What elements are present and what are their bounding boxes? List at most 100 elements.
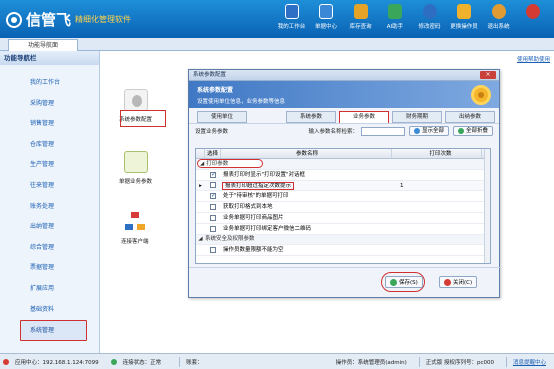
divider: [418, 356, 420, 367]
save-button[interactable]: 保存(S): [385, 276, 423, 288]
nav-ai-label: AI助手: [386, 24, 404, 30]
inventory-icon: [353, 4, 368, 19]
settings-icon: [123, 89, 148, 111]
close-button[interactable]: 关闭(C): [439, 276, 478, 288]
tile-annotation: [120, 110, 166, 127]
documents-icon: [319, 4, 333, 19]
sidebar-item-sales[interactable]: 销售管理: [0, 114, 99, 135]
row-checkbox[interactable]: [210, 214, 216, 221]
dialog-tabs: 使用单位 系统参数 业务参数 财务期期 出纳参数: [189, 111, 499, 123]
nav-switch-operator-label: 更换操作员: [450, 24, 478, 30]
sidebar-item-system[interactable]: 系统管理: [20, 320, 87, 341]
tab-function-nav[interactable]: 功能导航面: [8, 39, 78, 51]
banner-title: 系统参数配置: [197, 87, 234, 94]
selected-row-label: 报表打印超过指定次数提示: [221, 181, 295, 190]
nav-password-label: 修改密码: [418, 24, 441, 30]
nav-exit[interactable]: 退出系统: [482, 4, 516, 30]
tile-connect-client[interactable]: 连接客户端: [121, 211, 149, 245]
status-bar: 应用中心：192.168.1.124:7099 连接状态：正常 账套： 操作员：…: [0, 353, 554, 369]
dialog-close-button[interactable]: ×: [480, 71, 496, 79]
nav-password[interactable]: 修改密码: [413, 4, 447, 30]
table-row[interactable]: 操作员数量限额不能为空: [196, 245, 490, 257]
close-icon: [444, 278, 451, 286]
dialog-footer: 保存(S) 关闭(C): [189, 267, 501, 297]
expand-icon: ◢: [200, 160, 205, 167]
search-label: 输入参数名称检索：: [308, 129, 358, 135]
group-label-print: 打印参数: [206, 160, 229, 167]
table-row[interactable]: 业务单据可打印绑定客户微信二维码: [196, 224, 490, 235]
row-checkbox[interactable]: [210, 204, 216, 211]
sidebar-item-warehouse[interactable]: 仓库管理: [0, 135, 99, 156]
sidebar-item-general[interactable]: 综合管理: [0, 238, 99, 259]
tile-business-params-label: 单据业务参数: [119, 179, 153, 185]
row-name: 处于"待审核"的单据可打印: [223, 193, 289, 200]
message-center-link[interactable]: 消息提醒中心: [513, 358, 546, 366]
table-row[interactable]: 报表打印时显示"打印设置"对话框: [196, 170, 490, 181]
divider: [179, 356, 181, 367]
row-checkbox[interactable]: [210, 170, 216, 180]
logo-text: 信管飞: [26, 11, 72, 29]
nav-ai[interactable]: AI助手: [378, 4, 412, 30]
row-checkbox[interactable]: [210, 247, 216, 254]
nav-inventory[interactable]: 库存查询: [344, 4, 378, 30]
sidebar-item-extensions[interactable]: 扩展应用: [0, 279, 99, 300]
group-row-print[interactable]: ◢ 打印参数: [196, 159, 490, 170]
row-value[interactable]: 1: [392, 181, 482, 191]
table-row[interactable]: 处于"待审核"的单据可打印: [196, 191, 490, 203]
show-all-label: 显示全部: [421, 128, 444, 134]
header-select: 选择: [205, 149, 221, 158]
tab-business-params[interactable]: 业务参数: [339, 111, 389, 123]
lock-icon: [457, 4, 471, 19]
collapse-all-button[interactable]: 全部折叠: [452, 126, 493, 136]
search-input[interactable]: [360, 126, 405, 136]
check-icon: [110, 359, 117, 365]
sidebar: 功能导航栏 我的工作台 采购管理 销售管理 仓库管理 生产管理 往来管理 账务处…: [0, 51, 100, 353]
sidebar-item-basic-data[interactable]: 基础资料: [0, 300, 99, 321]
app-header: 信管飞 精细化管理软件 我的工作台 单据中心 库存查询 AI助手 修改密码 更换…: [0, 0, 554, 38]
sidebar-item-production[interactable]: 生产管理: [0, 155, 99, 176]
app-center-text: 应用中心：192.168.1.124:7099: [15, 359, 99, 366]
tab-system-params[interactable]: 系统参数: [286, 111, 336, 123]
sidebar-item-cashier[interactable]: 出纳管理: [0, 217, 99, 238]
table-row[interactable]: 业务单据可打印商品图片: [196, 213, 490, 224]
logo: 信管飞 精细化管理软件: [6, 9, 131, 30]
sidebar-item-purchase[interactable]: 采购管理: [0, 94, 99, 115]
top-nav: 我的工作台 单据中心 库存查询 AI助手 修改密码 更换操作员 退出系统: [274, 4, 550, 30]
sidebar-item-accounts[interactable]: 往来管理: [0, 176, 99, 197]
nav-close[interactable]: [516, 4, 550, 30]
tile-business-params[interactable]: 单据业务参数: [119, 151, 152, 185]
tab-cashier-params[interactable]: 出纳参数: [445, 111, 495, 123]
tab-company[interactable]: 使用单位: [197, 111, 247, 123]
row-name: 业务单据可打印商品图片: [223, 214, 284, 221]
sidebar-item-workbench[interactable]: 我的工作台: [0, 73, 99, 94]
group-label-security: 系统安全及权限参数: [205, 236, 255, 243]
grid-scrollbar[interactable]: [484, 149, 490, 263]
help-link[interactable]: 使用帮助使用: [517, 55, 550, 63]
sidebar-item-bills[interactable]: 票据管理: [0, 258, 99, 279]
logo-icon: [6, 11, 22, 28]
row-checkbox[interactable]: [210, 182, 216, 189]
row-name: 业务单据可打印绑定客户微信二维码: [223, 225, 312, 232]
show-all-button[interactable]: 显示全部: [408, 126, 449, 136]
nav-documents[interactable]: 单据中心: [309, 4, 343, 30]
expand-icon: ◢: [198, 236, 203, 243]
divider: [505, 356, 507, 367]
nav-workbench-label: 我的工作台: [277, 24, 306, 30]
nav-inventory-label: 库存查询: [349, 24, 372, 30]
info-icon: [422, 4, 437, 19]
connect-status: 连接状态：正常: [110, 358, 168, 366]
save-icon: [390, 278, 397, 286]
group-row-security[interactable]: ◢ 系统安全及权限参数: [196, 234, 490, 246]
sidebar-item-bookkeeping[interactable]: 账务处理: [0, 197, 99, 218]
network-icon: [122, 211, 147, 233]
table-row[interactable]: 获取打印格式到本地: [196, 202, 490, 213]
toolbar-label: 设置业务参数: [195, 129, 229, 135]
table-row-selected[interactable]: ▸ 报表打印超过指定次数提示 1: [196, 180, 490, 192]
row-name: 操作员数量限额不能为空: [223, 247, 284, 254]
tab-finance-period[interactable]: 财务期期: [392, 111, 442, 123]
nav-switch-operator[interactable]: 更换操作员: [447, 4, 481, 30]
row-checkbox[interactable]: [210, 191, 216, 201]
business-param-icon: [123, 151, 148, 173]
row-checkbox[interactable]: [210, 225, 216, 232]
nav-workbench[interactable]: 我的工作台: [275, 4, 309, 30]
